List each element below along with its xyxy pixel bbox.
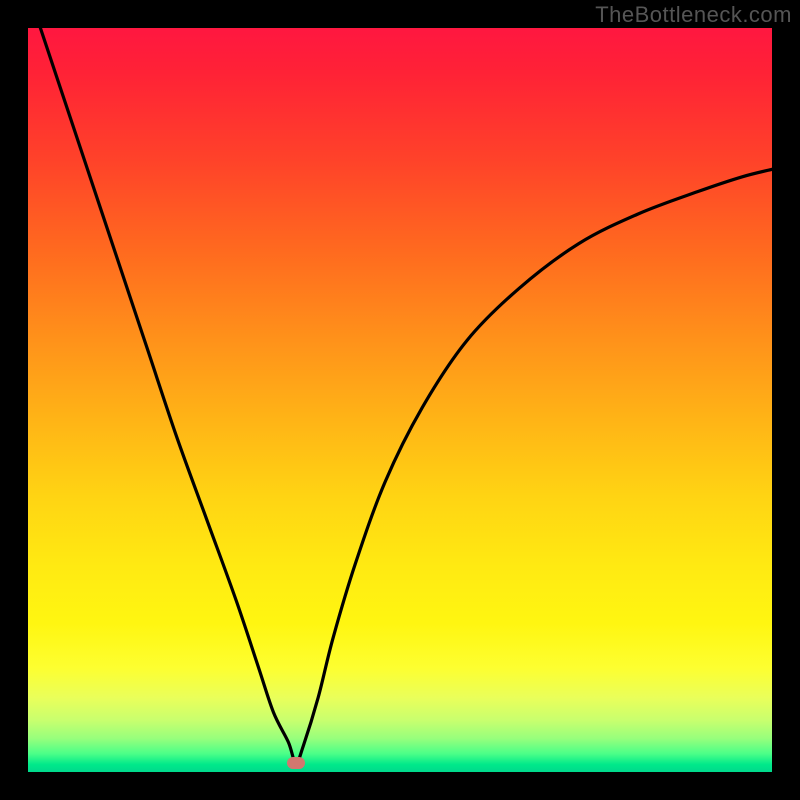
watermark-text: TheBottleneck.com (595, 2, 792, 28)
plot-area (28, 28, 772, 772)
bottleneck-curve-path (28, 28, 772, 763)
minimum-marker (287, 757, 305, 769)
chart-frame: TheBottleneck.com (0, 0, 800, 800)
curve-layer (28, 28, 772, 772)
